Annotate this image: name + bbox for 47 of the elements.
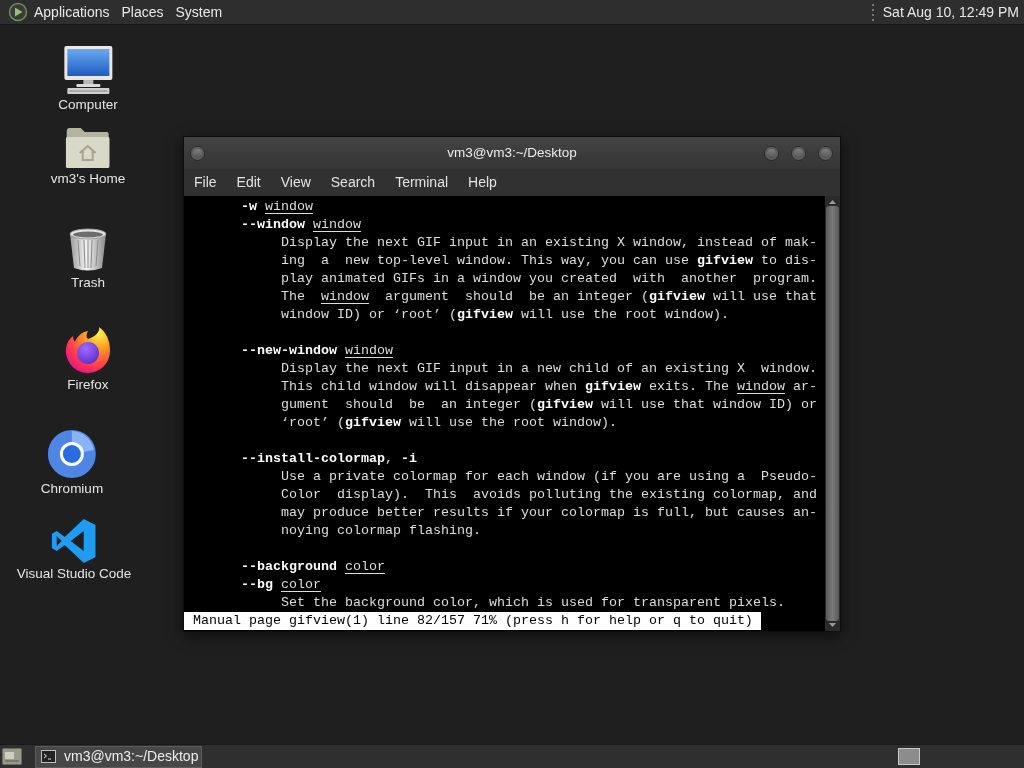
menu-item[interactable]: Terminal bbox=[385, 169, 459, 196]
panel-logo-icon[interactable] bbox=[8, 2, 28, 22]
trash-can-icon bbox=[68, 228, 108, 272]
desktop-shortcut[interactable]: Trash bbox=[68, 228, 108, 291]
option-name: --install-colormap, -i bbox=[241, 451, 417, 466]
scrollbar-thumb[interactable] bbox=[826, 206, 839, 621]
menu-item[interactable]: Help bbox=[458, 169, 507, 196]
chromium-logo-icon bbox=[48, 430, 96, 478]
workspace-switcher-icon[interactable] bbox=[898, 748, 920, 765]
option-name: -w window bbox=[241, 199, 313, 214]
window-title: vm3@vm3:~/Desktop bbox=[447, 143, 577, 162]
scroll-up-arrow-icon[interactable] bbox=[829, 200, 836, 204]
description-paragraph: Display the next GIF input in a new child of an existing X window. This child window will disappear when gifview exits. The window ar- gument should be an integer (gifview will use that window ID) or ‘root’ (gifview will use the root window). bbox=[281, 360, 817, 432]
option-name: --window window bbox=[241, 217, 361, 232]
panel-menu[interactable]: System bbox=[169, 0, 229, 25]
menu-item[interactable]: File bbox=[184, 169, 227, 196]
desktop-shortcut[interactable]: vm3's Home bbox=[50, 128, 126, 187]
description-paragraph: Set the background color, which is used for transparent pixels. bbox=[281, 594, 785, 612]
window-menu-button[interactable] bbox=[190, 145, 205, 161]
panel-menu[interactable]: Places bbox=[115, 0, 170, 25]
minimize-button[interactable] bbox=[764, 145, 779, 161]
close-button[interactable] bbox=[818, 145, 833, 161]
scrollbar[interactable] bbox=[825, 196, 840, 631]
maximize-button[interactable] bbox=[791, 145, 806, 161]
menu-item[interactable]: View bbox=[270, 169, 321, 196]
computer-monitor-icon bbox=[63, 46, 113, 94]
panel-clock[interactable]: Sat Aug 10, 12:49 PM bbox=[882, 1, 1019, 23]
option-name: --background color bbox=[241, 559, 385, 574]
menu-item[interactable]: Search bbox=[320, 169, 386, 196]
desktop-shortcut[interactable]: Chromium bbox=[40, 430, 104, 497]
desktop-shortcut[interactable]: Firefox bbox=[64, 326, 112, 393]
vscode-logo-icon bbox=[52, 519, 96, 563]
panel-menu[interactable]: Applications bbox=[28, 0, 116, 25]
option-name: --new-window window bbox=[241, 343, 393, 358]
show-desktop-icon[interactable] bbox=[2, 748, 22, 765]
option-name: --bg color bbox=[241, 577, 321, 592]
terminal-icon bbox=[41, 750, 56, 763]
home-folder-icon bbox=[66, 128, 110, 168]
description-paragraph: Display the next GIF input in an existing X window, instead of mak- ing a new top-level window. This way, you can use gifview to dis- play animated GIFs in a window you created with another program. The window argument should be an integer (gifview will use that window ID) or ‘root’ (gifview will use the root window). bbox=[281, 234, 817, 324]
panel-handle-icon bbox=[871, 3, 875, 21]
taskbar-window-button[interactable]: vm3@vm3:~/Desktop bbox=[35, 745, 202, 768]
description-paragraph: Use a private colormap for each window (if you are using a Pseudo- Color display). This avoids polluting the existing colormap, and may produce better results if your colormap is full, but causes an- noying colormap flashing. bbox=[281, 468, 817, 540]
desktop-shortcut[interactable]: Visual Studio Code bbox=[16, 519, 132, 582]
desktop-shortcut[interactable]: Computer bbox=[58, 46, 118, 113]
menu-item[interactable]: Edit bbox=[226, 169, 271, 196]
firefox-logo-icon bbox=[64, 326, 112, 374]
scroll-down-arrow-icon[interactable] bbox=[829, 623, 836, 627]
